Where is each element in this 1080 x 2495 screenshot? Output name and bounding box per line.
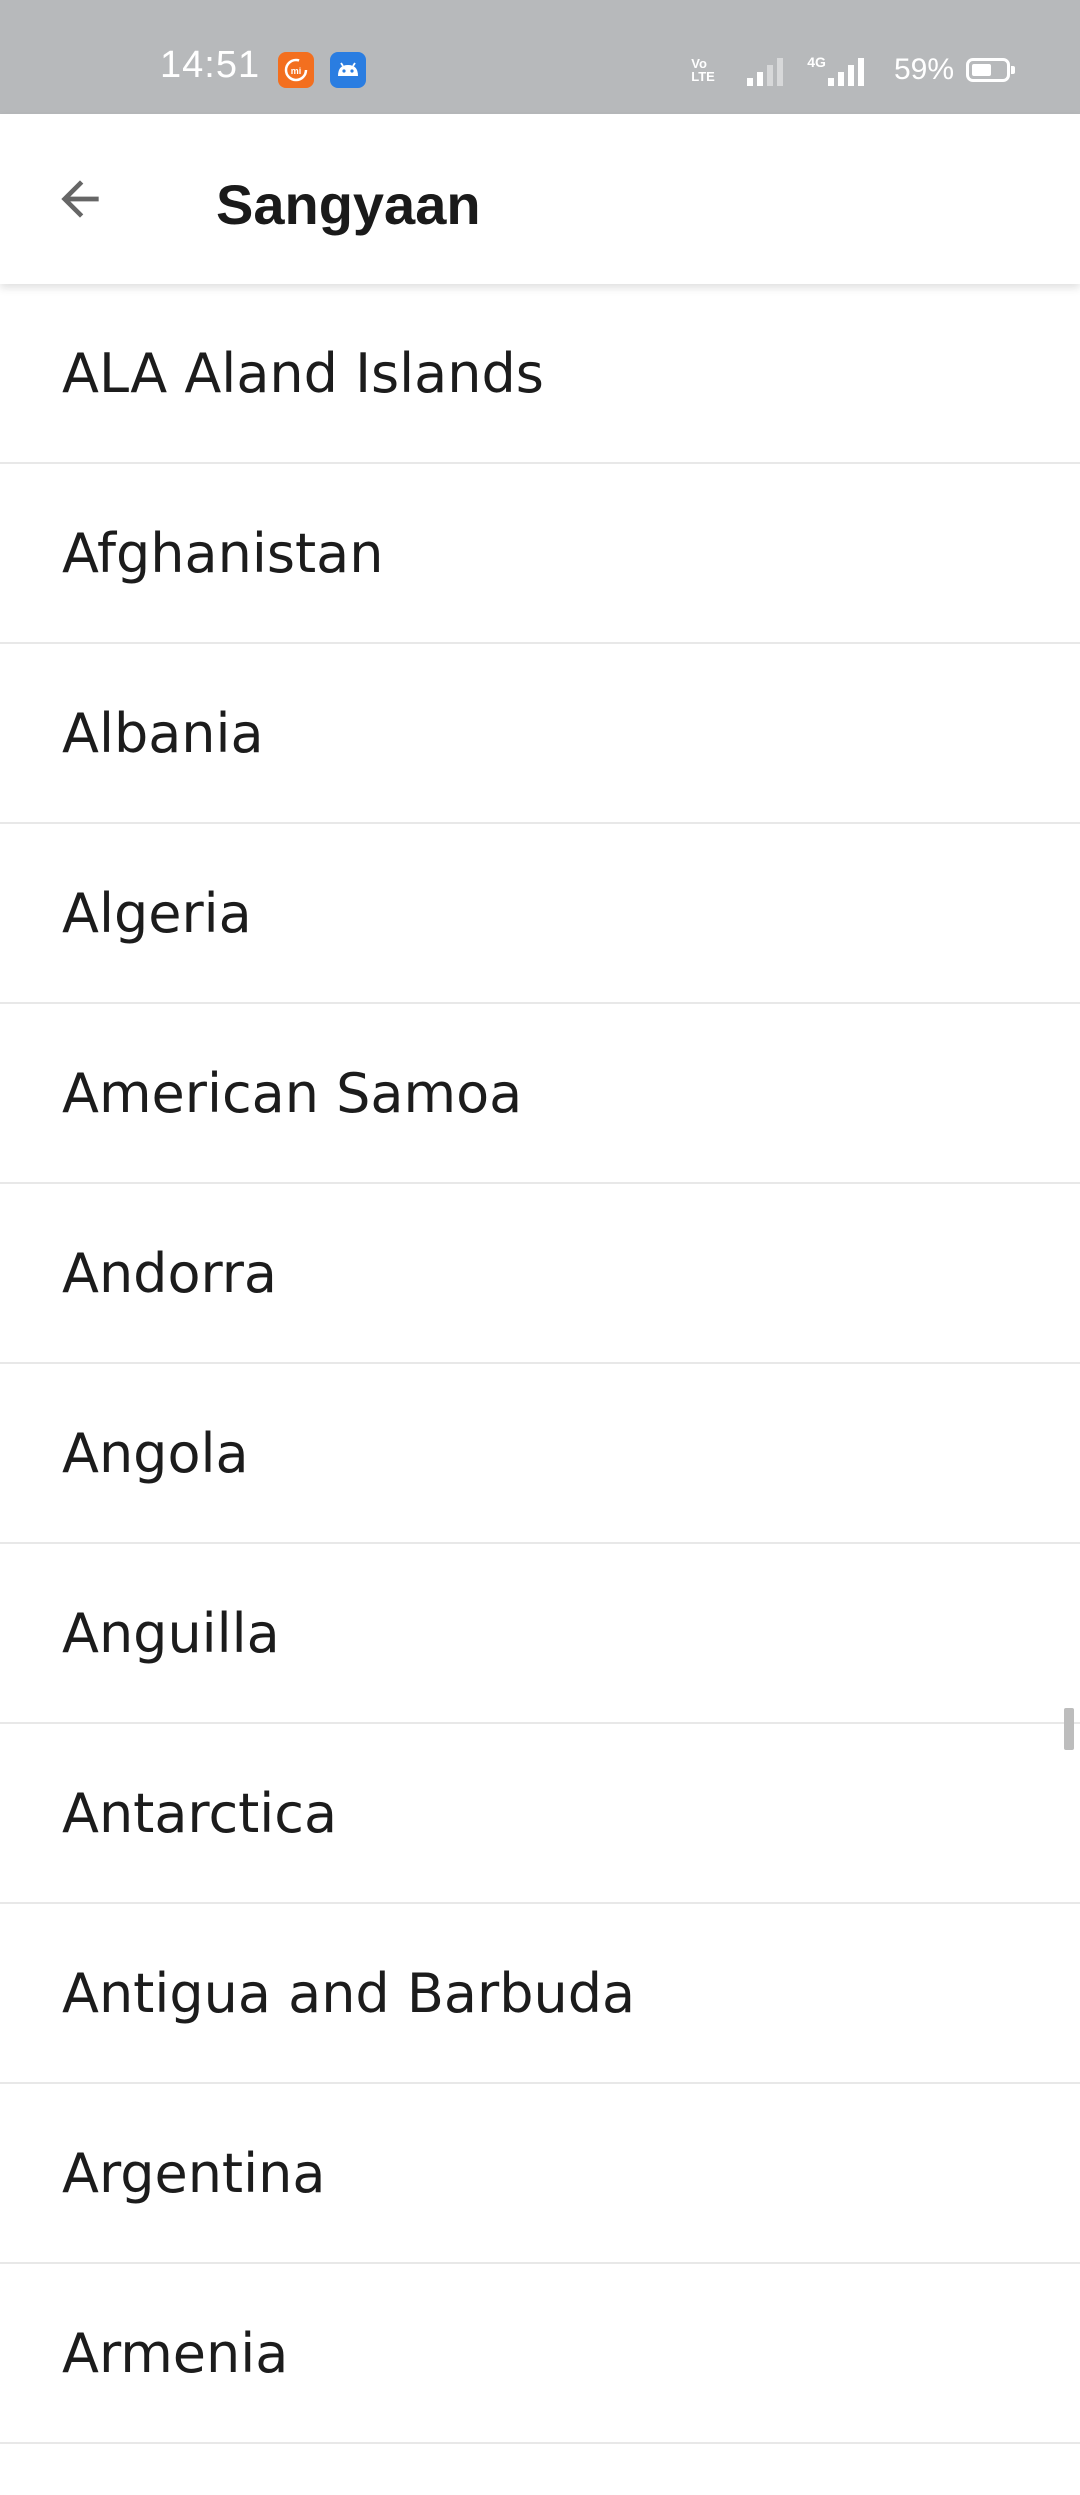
network-type-label: 4G xyxy=(807,54,826,70)
list-item-label: Angola xyxy=(62,1421,249,1485)
list-item-label: ALA Aland Islands xyxy=(62,341,544,405)
svg-text:mi: mi xyxy=(291,66,302,76)
list-item-label: Albania xyxy=(62,701,264,765)
list-item[interactable]: Antigua and Barbuda xyxy=(0,1904,1080,2084)
list-item[interactable]: Afghanistan xyxy=(0,464,1080,644)
list-item-label: American Samoa xyxy=(62,1061,523,1125)
status-bar: 14:51 mi Vo LTE 4G 59% xyxy=(0,0,1080,114)
list-item-label: Anguilla xyxy=(62,1601,280,1665)
list-item[interactable]: Antarctica xyxy=(0,1724,1080,1904)
status-time: 14:51 xyxy=(160,44,261,86)
volte-label: Vo LTE xyxy=(691,56,715,84)
list-item-label: Antarctica xyxy=(62,1781,338,1845)
list-item-label: Armenia xyxy=(62,2321,289,2385)
list-item[interactable]: Albania xyxy=(0,644,1080,824)
list-item[interactable]: Andorra xyxy=(0,1184,1080,1364)
list-item[interactable]: ALA Aland Islands xyxy=(0,284,1080,464)
status-indicators: Vo LTE 4G 59% xyxy=(691,50,1015,90)
list-item-label: Argentina xyxy=(62,2141,326,2205)
list-item-label: Afghanistan xyxy=(62,521,384,585)
signal-1-icon xyxy=(747,54,787,86)
back-button[interactable] xyxy=(40,159,120,239)
country-list: ALA Aland Islands Afghanistan Albania Al… xyxy=(0,284,1080,2444)
list-item[interactable]: Argentina xyxy=(0,2084,1080,2264)
app-bar: Sangyaan xyxy=(0,114,1080,284)
page-title: Sangyaan xyxy=(216,173,481,236)
android-app-icon xyxy=(330,52,366,88)
battery-percent: 59% xyxy=(893,53,954,86)
signal-2-icon xyxy=(827,54,868,86)
list-item-label: Andorra xyxy=(62,1241,278,1305)
list-item[interactable]: Algeria xyxy=(0,824,1080,1004)
list-item[interactable]: American Samoa xyxy=(0,1004,1080,1184)
list-item-label: Antigua and Barbuda xyxy=(62,1961,636,2025)
scrollbar-thumb[interactable] xyxy=(1064,1708,1074,1750)
battery-icon xyxy=(966,58,1015,82)
mi-app-icon: mi xyxy=(278,52,314,88)
list-item[interactable]: Armenia xyxy=(0,2264,1080,2444)
arrow-left-icon xyxy=(61,180,99,218)
list-item[interactable]: Angola xyxy=(0,1364,1080,1544)
list-item[interactable]: Anguilla xyxy=(0,1544,1080,1724)
battery-fill xyxy=(972,64,991,76)
list-item-label: Algeria xyxy=(62,881,252,945)
